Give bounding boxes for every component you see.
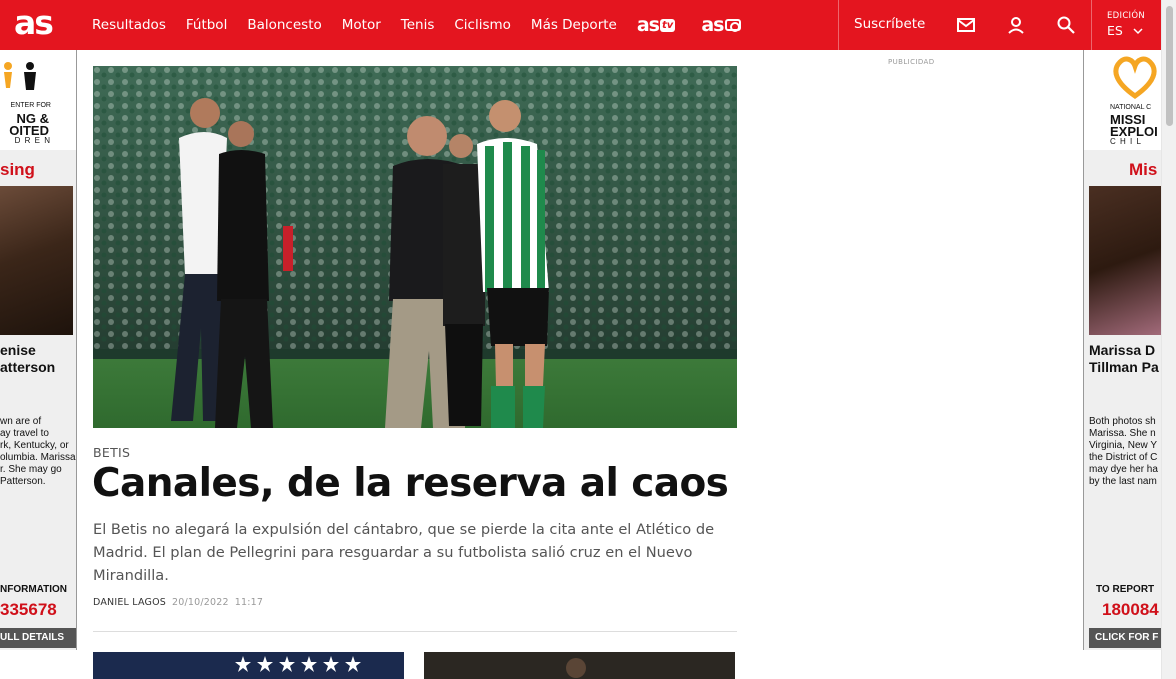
nav-item-resultados[interactable]: Resultados: [92, 17, 166, 33]
search-icon[interactable]: [1055, 14, 1077, 36]
ad-desc-3: Virginia, New Y: [1089, 440, 1157, 451]
heart-logo-icon: [1113, 56, 1157, 100]
article-date: 20/10/2022: [171, 597, 229, 608]
ad-phone-number: 335678: [0, 600, 57, 619]
nav-item-futbol[interactable]: Fútbol: [186, 17, 227, 33]
ad-desc-1: Both photos sh: [1089, 416, 1156, 427]
ad-name-line1: Marissa D: [1089, 342, 1156, 358]
nav-item-mas-deporte[interactable]: Más Deporte: [531, 17, 617, 33]
edition-value: ES: [1107, 23, 1145, 38]
ad-desc-5: r. She may go: [0, 464, 62, 475]
ad-name-line1: enise: [0, 342, 36, 358]
article-section-kicker[interactable]: BETIS: [93, 445, 130, 460]
top-navigation-bar: as Resultados Fútbol Baloncesto Motor Te…: [0, 0, 1161, 50]
article-byline: DANIEL LAGOS 20/10/2022 11:17: [93, 597, 263, 608]
ad-name-line2: Tillman Pa: [1089, 359, 1159, 375]
ad-org-line1: NATIONAL C: [1110, 104, 1152, 111]
ad-label: PUBLICIDAD: [888, 58, 935, 66]
missing-child-photo: [0, 186, 73, 335]
chevron-down-icon: [1133, 28, 1143, 35]
ad-click-button[interactable]: CLICK FOR F: [1089, 628, 1161, 648]
scrollbar-thumb[interactable]: [1166, 6, 1173, 126]
article-hero-image[interactable]: [93, 66, 737, 428]
related-photo: [424, 652, 735, 679]
ad-desc-2: Marissa. She n: [1089, 428, 1156, 439]
nav-item-ciclismo[interactable]: Ciclismo: [454, 17, 511, 33]
right-ad-banner[interactable]: NATIONAL C MISSI EXPLOI C H I L Mis Mari…: [1083, 50, 1161, 650]
ad-desc-3: rk, Kentucky, or: [0, 440, 69, 451]
hero-photo: [93, 66, 737, 428]
as-logo[interactable]: as: [14, 6, 54, 40]
nav-item-motor[interactable]: Motor: [342, 17, 381, 33]
ad-org-line4: C H I L: [1110, 137, 1142, 146]
ad-desc-5: may dye her ha: [1089, 464, 1158, 475]
ad-desc-1: wn are of: [0, 416, 42, 427]
ad-info-label: NFORMATION: [0, 584, 68, 595]
nav-item-baloncesto[interactable]: Baloncesto: [247, 17, 321, 33]
article-author[interactable]: DANIEL LAGOS: [93, 597, 166, 608]
edition-selector[interactable]: EDICIÓN ES: [1107, 11, 1145, 38]
ad-desc-6: Patterson.: [0, 476, 46, 487]
section-divider: [93, 631, 737, 632]
edition-label: EDICIÓN: [1107, 11, 1146, 21]
as-tv-link[interactable]: as tv: [636, 14, 676, 36]
article-time: 11:17: [234, 597, 264, 608]
children-silhouette-icon: [4, 62, 36, 90]
as-foto-link[interactable]: as: [701, 14, 742, 36]
nav-item-tenis[interactable]: Tenis: [401, 17, 435, 33]
ad-desc-4: the District of C: [1089, 452, 1158, 463]
stars-banner: [93, 652, 404, 679]
left-ad-banner[interactable]: ENTER FOR NG & OITED D R E N sing enise …: [0, 50, 77, 650]
article-summary: El Betis no alegará la expulsión del cán…: [93, 521, 715, 584]
missing-child-photo: [1089, 186, 1161, 335]
main-nav: Resultados Fútbol Baloncesto Motor Tenis…: [92, 0, 767, 50]
ad-phone-number: 180084: [1102, 600, 1159, 619]
subscribe-link[interactable]: Suscríbete: [854, 16, 925, 32]
page-scrollbar[interactable]: [1161, 0, 1176, 679]
ad-org-line1: ENTER FOR: [10, 102, 51, 109]
header-divider-2: [1091, 0, 1092, 50]
article-headline[interactable]: Canales, de la reserva al caos: [92, 461, 729, 506]
as-tv-brand: as: [636, 14, 660, 36]
ad-name-line2: atterson: [0, 359, 56, 375]
related-article-thumbnail-2[interactable]: [424, 652, 735, 679]
header-divider: [838, 0, 839, 50]
mail-icon[interactable]: [955, 14, 977, 36]
ad-missing-heading: Mis: [1129, 160, 1158, 179]
user-icon[interactable]: [1005, 14, 1027, 36]
ad-desc-2: ay travel to: [0, 428, 49, 439]
as-foto-brand: as: [701, 14, 724, 36]
ad-org-line4: D R E N: [14, 136, 51, 145]
ad-desc-4: olumbia. Marissa: [0, 452, 76, 463]
ad-full-details-button[interactable]: ULL DETAILS: [0, 628, 76, 648]
ad-missing-heading: sing: [0, 160, 35, 179]
ad-desc-6: by the last nam: [1089, 476, 1157, 487]
edition-code: ES: [1107, 23, 1123, 38]
ad-report-label: TO REPORT: [1096, 584, 1155, 595]
camera-icon: [725, 19, 742, 32]
related-article-thumbnail-1[interactable]: [93, 652, 404, 679]
tv-badge: tv: [660, 18, 676, 32]
